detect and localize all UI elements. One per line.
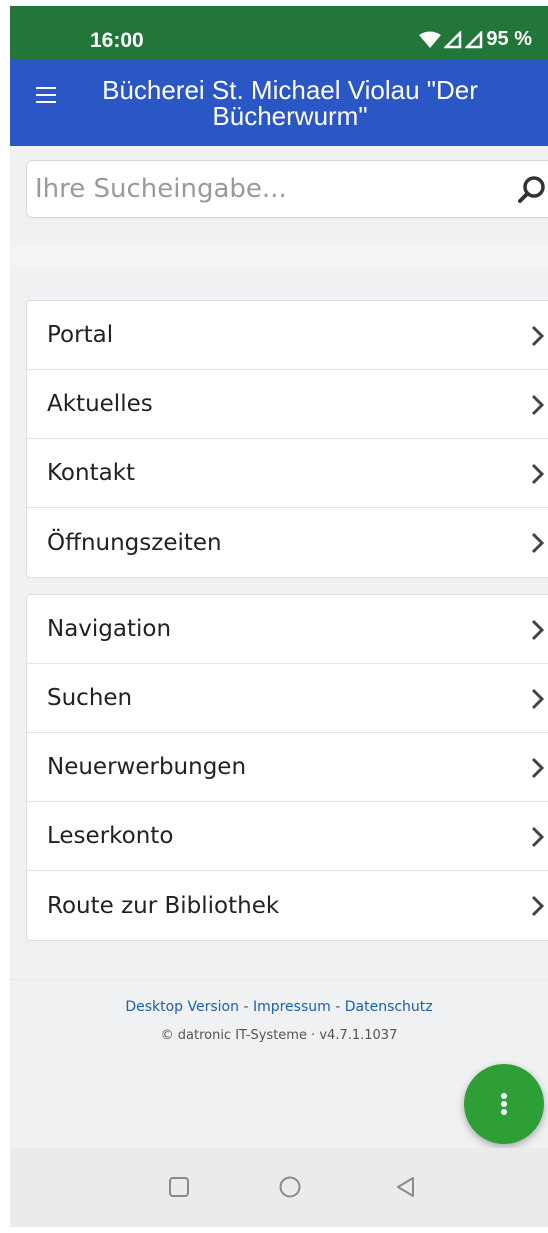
page-title-line-1: Bücherei St. Michael Violau "Der xyxy=(102,75,478,105)
more-options-button[interactable] xyxy=(464,1064,544,1144)
chevron-right-icon xyxy=(531,463,545,485)
menu-item-label: Portal xyxy=(47,322,114,348)
menu-item-route[interactable]: Route zur Bibliothek xyxy=(27,871,548,940)
menu-item-leserkonto[interactable]: Leserkonto xyxy=(27,802,548,871)
search-icon[interactable] xyxy=(517,175,547,205)
chevron-right-icon xyxy=(531,325,545,347)
page-title-line-2: Bücherwurm" xyxy=(212,101,368,131)
wifi-icon xyxy=(419,31,442,48)
menu-item-suchen[interactable]: Suchen xyxy=(27,664,548,733)
app-frame: 16:00 95 % Bücherei St. Michael Violau "… xyxy=(10,6,548,1227)
menu-item-label: Kontakt xyxy=(47,460,136,486)
chevron-right-icon xyxy=(531,826,545,848)
system-nav-bar xyxy=(10,1148,548,1227)
menu-item-label: Neuerwerbungen xyxy=(47,754,247,780)
divider-band xyxy=(10,246,548,266)
footer-separator: - xyxy=(239,999,253,1015)
back-icon[interactable] xyxy=(391,1172,421,1202)
chevron-right-icon xyxy=(531,619,545,641)
chevron-right-icon xyxy=(531,394,545,416)
menu-group-primary: Portal Aktuelles Kontakt Öffnungszeiten xyxy=(26,300,548,578)
menu-item-kontakt[interactable]: Kontakt xyxy=(27,439,548,508)
status-icons: 95 % xyxy=(419,28,532,51)
search-input[interactable] xyxy=(35,171,485,207)
chevron-right-icon xyxy=(531,688,545,710)
status-bar: 16:00 95 % xyxy=(10,6,548,60)
page-title: Bücherei St. Michael Violau "Der Bücherw… xyxy=(50,77,530,129)
chevron-right-icon xyxy=(531,532,545,554)
menu-item-label: Route zur Bibliothek xyxy=(47,892,280,919)
app-header: Bücherei St. Michael Violau "Der Bücherw… xyxy=(10,60,548,146)
impressum-link[interactable]: Impressum xyxy=(253,999,331,1015)
footer-links: Desktop Version - Impressum - Datenschut… xyxy=(10,999,548,1015)
menu-item-label: Öffnungszeiten xyxy=(47,529,222,556)
menu-item-label: Leserkonto xyxy=(47,823,174,849)
menu-item-label: Navigation xyxy=(47,616,172,642)
chevron-right-icon xyxy=(531,895,545,917)
datenschutz-link[interactable]: Datenschutz xyxy=(345,999,433,1015)
footer-separator: - xyxy=(330,999,345,1015)
copyright-text: © datronic IT-Systeme · v4.7.1.1037 xyxy=(160,1028,398,1043)
footer-divider xyxy=(10,979,548,980)
signal-icon xyxy=(465,30,483,48)
chevron-right-icon xyxy=(531,757,545,779)
menu-item-label: Suchen xyxy=(47,685,133,711)
search-box xyxy=(26,160,548,218)
menu-item-label: Aktuelles xyxy=(47,391,153,417)
menu-item-navigation[interactable]: Navigation xyxy=(27,595,548,664)
menu-item-neuerwerbungen[interactable]: Neuerwerbungen xyxy=(27,733,548,802)
status-time: 16:00 xyxy=(90,29,144,52)
battery-level: 95 % xyxy=(486,28,532,50)
menu-item-portal[interactable]: Portal xyxy=(27,301,548,370)
signal-icon xyxy=(444,30,462,48)
menu-item-oeffnungszeiten[interactable]: Öffnungszeiten xyxy=(27,508,548,577)
recents-icon[interactable] xyxy=(164,1172,194,1202)
desktop-version-link[interactable]: Desktop Version xyxy=(125,999,239,1015)
menu-group-secondary: Navigation Suchen Neuerwerbungen Leserko… xyxy=(26,594,548,941)
menu-item-aktuelles[interactable]: Aktuelles xyxy=(27,370,548,439)
home-icon[interactable] xyxy=(275,1172,305,1202)
